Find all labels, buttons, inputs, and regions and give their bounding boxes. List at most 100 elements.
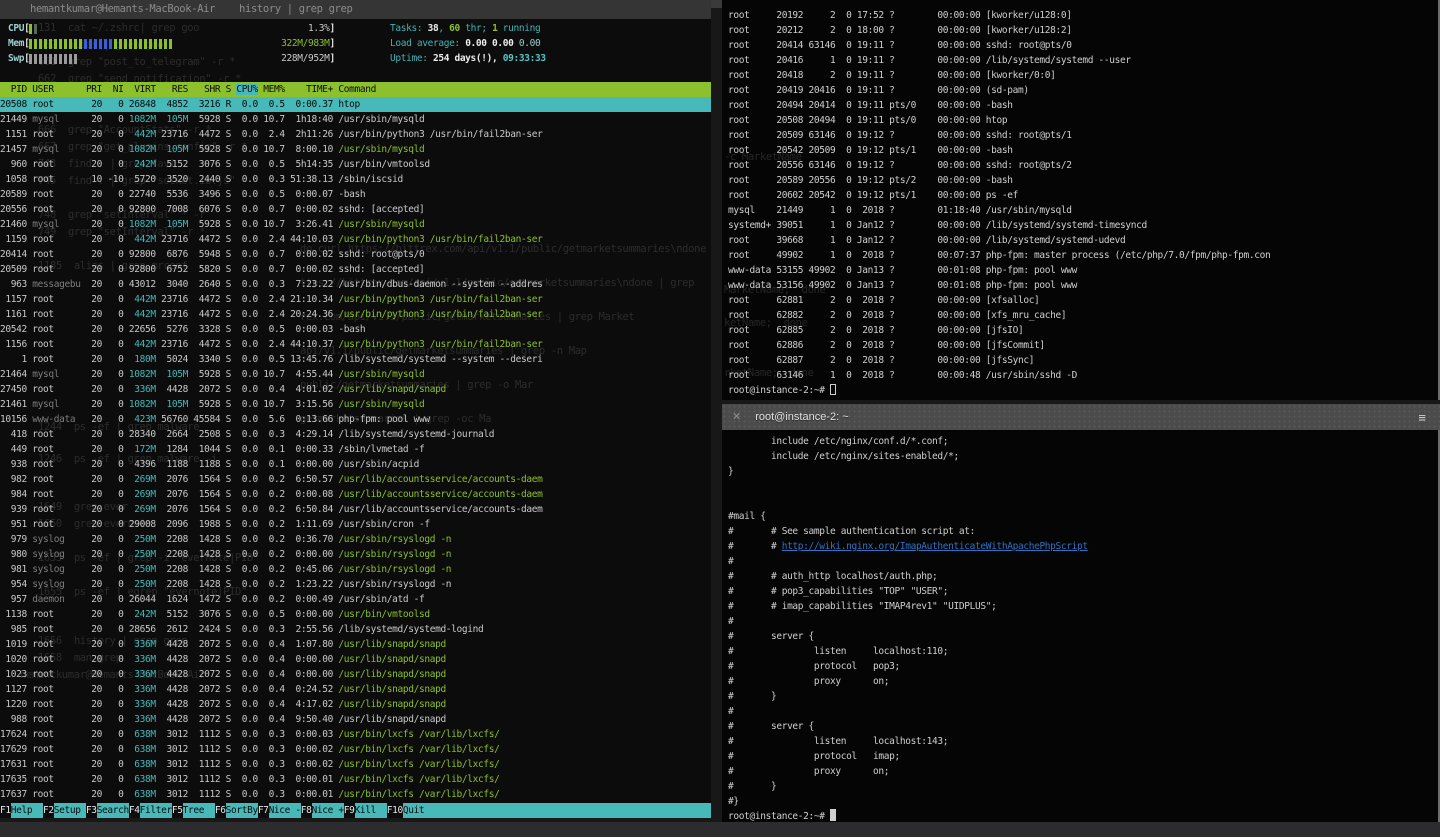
process-row[interactable]: 17631 root 20 0 638M 3012 1112 S 0.0 0.3… bbox=[0, 757, 711, 772]
process-row[interactable]: 20556 root 20 0 92800 7008 6076 S 0.0 0.… bbox=[0, 202, 711, 217]
ps-output-pane: -c MarketName MarketName; done ketName; do… bbox=[722, 0, 1440, 400]
htop-stats: Tasks: 38, 60 thr; 1 running Load average… bbox=[390, 21, 546, 66]
column-header-user[interactable]: USER bbox=[32, 84, 80, 95]
column-header-res[interactable]: RES bbox=[161, 84, 188, 95]
config-line: # protocol pop3; bbox=[728, 661, 900, 672]
process-row[interactable]: 21461 mysql 20 0 1082M 105M 5928 S 0.0 1… bbox=[0, 397, 711, 412]
config-line: # } bbox=[728, 781, 777, 792]
fkey-f6-sortby[interactable]: F6 SortBy bbox=[215, 803, 258, 818]
process-row[interactable]: 17635 root 20 0 638M 3012 1112 S 0.0 0.3… bbox=[0, 772, 711, 787]
process-row[interactable]: 21460 mysql 20 0 1082M 105M 5928 S 0.0 1… bbox=[0, 217, 711, 232]
column-header-virt[interactable]: VIRT bbox=[129, 84, 156, 95]
ps-line: www-data 53155 49902 0 Jan13 ? 00:01:08 … bbox=[728, 265, 1078, 276]
process-row[interactable]: 963 messagebu 20 0 43012 3040 2640 S 0.0… bbox=[0, 277, 711, 292]
column-header-command[interactable]: Command bbox=[338, 84, 376, 95]
process-row[interactable]: 21449 mysql 20 0 1082M 105M 5928 S 0.0 1… bbox=[0, 112, 711, 127]
process-row[interactable]: 20542 root 20 0 22656 5276 3328 S 0.0 0.… bbox=[0, 322, 711, 337]
htop-load-line: Load average: 0.00 0.00 0.00 bbox=[390, 38, 541, 49]
config-line: # # See sample authentication script at: bbox=[728, 526, 975, 537]
fkey-f9-kill[interactable]: F9 Kill bbox=[344, 803, 387, 818]
column-header-mem%[interactable]: MEM% bbox=[263, 84, 285, 95]
process-row[interactable]: 17637 root 20 0 638M 3012 1112 S 0.0 0.3… bbox=[0, 787, 711, 802]
cpu-meter: CPU[1.3%] bbox=[8, 23, 335, 34]
process-row[interactable]: 985 root 20 0 28656 2612 2424 S 0.0 0.3 … bbox=[0, 622, 711, 637]
column-header-pri[interactable]: PRI bbox=[86, 84, 102, 95]
fkey-f4-filter[interactable]: F4 Filter bbox=[129, 803, 172, 818]
htop-tasks-line: Tasks: 38, 60 thr; 1 running bbox=[390, 23, 541, 34]
process-row[interactable]: 1151 root 20 0 442M 23716 4472 S 0.0 2.4… bbox=[0, 127, 711, 142]
ps-line: root 20419 20416 0 19:11 ? 00:00:00 (sd-… bbox=[728, 85, 1029, 96]
ps-line: root 62881 2 0 2018 ? 00:00:00 [xfsalloc… bbox=[728, 295, 1040, 306]
process-row[interactable]: 418 root 20 0 28340 2664 2508 S 0.0 0.3 … bbox=[0, 427, 711, 442]
ps-line: root 20542 20509 0 19:12 pts/1 00:00:00 … bbox=[728, 145, 1013, 156]
process-row[interactable]: 1159 root 20 0 442M 23716 4472 S 0.0 2.4… bbox=[0, 232, 711, 247]
config-line: # server { bbox=[728, 631, 814, 642]
process-row[interactable]: 17624 root 20 0 638M 3012 1112 S 0.0 0.3… bbox=[0, 727, 711, 742]
column-header-s[interactable]: S bbox=[226, 84, 232, 95]
column-header-time+[interactable]: TIME+ bbox=[290, 84, 333, 95]
process-row[interactable]: 20589 root 20 0 22740 5536 3496 S 0.0 0.… bbox=[0, 187, 711, 202]
ps-output-lines: root 20192 2 0 17:52 ? 00:00:00 [kworker… bbox=[728, 8, 1271, 398]
fkey-f2-setup[interactable]: F2 Setup bbox=[43, 803, 86, 818]
screenshot-root: hemantkumar@Hemants-MacBook-Air history … bbox=[0, 0, 1440, 837]
process-row[interactable]: 20509 root 20 0 92800 6752 5820 S 0.0 0.… bbox=[0, 262, 711, 277]
process-row[interactable]: 449 root 20 0 172M 1284 1044 S 0.0 0.1 0… bbox=[0, 442, 711, 457]
process-row[interactable]: 984 root 20 0 269M 2076 1564 S 0.0 0.2 0… bbox=[0, 487, 711, 502]
fkey-f10-quit[interactable]: F10 Quit bbox=[387, 803, 711, 818]
process-row[interactable]: 1161 root 20 0 442M 23716 4472 S 0.0 2.4… bbox=[0, 307, 711, 322]
process-row[interactable]: 1019 root 20 0 336M 4428 2072 S 0.0 0.4 … bbox=[0, 637, 711, 652]
process-row[interactable]: 1138 root 20 0 242M 5152 3076 S 0.0 0.5 … bbox=[0, 607, 711, 622]
column-header-ni[interactable]: NI bbox=[107, 84, 124, 95]
close-icon[interactable]: ✕ bbox=[732, 410, 741, 425]
process-row[interactable]: 954 syslog 20 0 250M 2208 1428 S 0.0 0.2… bbox=[0, 577, 711, 592]
config-line: # listen localhost:143; bbox=[728, 736, 949, 747]
column-header-shr[interactable]: SHR bbox=[193, 84, 220, 95]
process-row[interactable]: 1058 root 10 -10 5720 3520 2440 S 0.0 0.… bbox=[0, 172, 711, 187]
process-row[interactable]: 1156 root 20 0 442M 23716 4472 S 0.0 2.4… bbox=[0, 337, 711, 352]
process-row[interactable]: 981 syslog 20 0 250M 2208 1428 S 0.0 0.2… bbox=[0, 562, 711, 577]
window-bottom-strip bbox=[0, 822, 1440, 837]
process-row[interactable]: 1127 root 20 0 336M 4428 2072 S 0.0 0.4 … bbox=[0, 682, 711, 697]
process-row[interactable]: 17629 root 20 0 638M 3012 1112 S 0.0 0.3… bbox=[0, 742, 711, 757]
ps-line: root 62886 2 0 2018 ? 00:00:00 [jfsCommi… bbox=[728, 340, 1045, 351]
process-row[interactable]: 1020 root 20 0 336M 4428 2072 S 0.0 0.4 … bbox=[0, 652, 711, 667]
process-row[interactable]: 960 root 20 0 242M 5152 3076 S 0.0 0.5 5… bbox=[0, 157, 711, 172]
config-line bbox=[728, 479, 1088, 494]
fkey-f8-nice-+[interactable]: F8 Nice + bbox=[301, 803, 344, 818]
process-row[interactable]: 939 root 20 0 269M 2076 1564 S 0.0 0.2 6… bbox=[0, 502, 711, 517]
process-row[interactable]: 980 syslog 20 0 250M 2208 1428 S 0.0 0.2… bbox=[0, 547, 711, 562]
column-header-cpu%[interactable]: CPU% bbox=[236, 84, 258, 95]
process-row[interactable]: 1 root 20 0 180M 5024 3340 S 0.0 0.5 13:… bbox=[0, 352, 711, 367]
config-line: # server { bbox=[728, 721, 814, 732]
column-header-pid[interactable]: PID bbox=[0, 84, 27, 95]
process-row[interactable]: 21464 mysql 20 0 1082M 105M 5928 S 0.0 1… bbox=[0, 367, 711, 382]
process-row[interactable]: 21457 mysql 20 0 1082M 105M 5928 S 0.0 1… bbox=[0, 142, 711, 157]
text-cursor bbox=[830, 809, 837, 821]
process-row[interactable]: 20414 root 20 0 92800 6876 5948 S 0.0 0.… bbox=[0, 247, 711, 262]
process-row[interactable]: 988 root 20 0 336M 4428 2072 S 0.0 0.4 9… bbox=[0, 712, 711, 727]
process-row[interactable]: 1023 root 20 0 336M 4428 2072 S 0.0 0.4 … bbox=[0, 667, 711, 682]
fkey-f5-tree[interactable]: F5 Tree bbox=[172, 803, 215, 818]
fkey-f3-search[interactable]: F3 Search bbox=[86, 803, 129, 818]
ps-line: root 20509 63146 0 19:12 ? 00:00:00 sshd… bbox=[728, 130, 1072, 141]
process-row[interactable]: 27450 root 20 0 336M 4428 2072 S 0.0 0.4… bbox=[0, 382, 711, 397]
process-row[interactable]: 982 root 20 0 269M 2076 1564 S 0.0 0.2 6… bbox=[0, 472, 711, 487]
process-row-selected[interactable]: 20508 root 20 0 26848 4852 3216 R 0.0 0.… bbox=[0, 97, 711, 112]
fkey-f1-help[interactable]: F1 Help bbox=[0, 803, 43, 818]
hamburger-menu-icon[interactable]: ≡ bbox=[1418, 410, 1426, 425]
htop-column-header[interactable]: PID USER PRI NI VIRT RES SHR S CPU% MEM%… bbox=[0, 82, 711, 97]
process-row[interactable]: 1157 root 20 0 442M 23716 4472 S 0.0 2.4… bbox=[0, 292, 711, 307]
process-row[interactable]: 10156 www-data 20 0 423M 56760 45584 S 0… bbox=[0, 412, 711, 427]
fkey-f7-nice--[interactable]: F7 Nice - bbox=[258, 803, 301, 818]
process-row[interactable]: 938 root 20 0 4396 1188 1188 S 0.0 0.1 0… bbox=[0, 457, 711, 472]
htop-meters: CPU[1.3%] Mem[322M/983M] Swp[228M/952M] bbox=[8, 21, 358, 66]
config-line: include /etc/nginx/conf.d/*.conf; bbox=[728, 436, 949, 447]
ps-line: root 20589 20556 0 19:12 pts/2 00:00:00 … bbox=[728, 175, 1013, 186]
terminal-titlebar[interactable]: ✕ root@instance-2: ~ ≡ bbox=[722, 404, 1440, 430]
process-row[interactable]: 951 root 20 0 29008 2096 1988 S 0.0 0.2 … bbox=[0, 517, 711, 532]
process-row[interactable]: 979 syslog 20 0 250M 2208 1428 S 0.0 0.2… bbox=[0, 532, 711, 547]
nginx-wiki-link[interactable]: http://wiki.nginx.org/ImapAuthenticateWi… bbox=[782, 541, 1088, 552]
ps-line: www-data 53156 49902 0 Jan13 ? 00:01:08 … bbox=[728, 280, 1078, 291]
process-row[interactable]: 1220 root 20 0 336M 4428 2072 S 0.0 0.4 … bbox=[0, 697, 711, 712]
process-row[interactable]: 957 daemon 20 0 26044 1624 1472 S 0.0 0.… bbox=[0, 592, 711, 607]
